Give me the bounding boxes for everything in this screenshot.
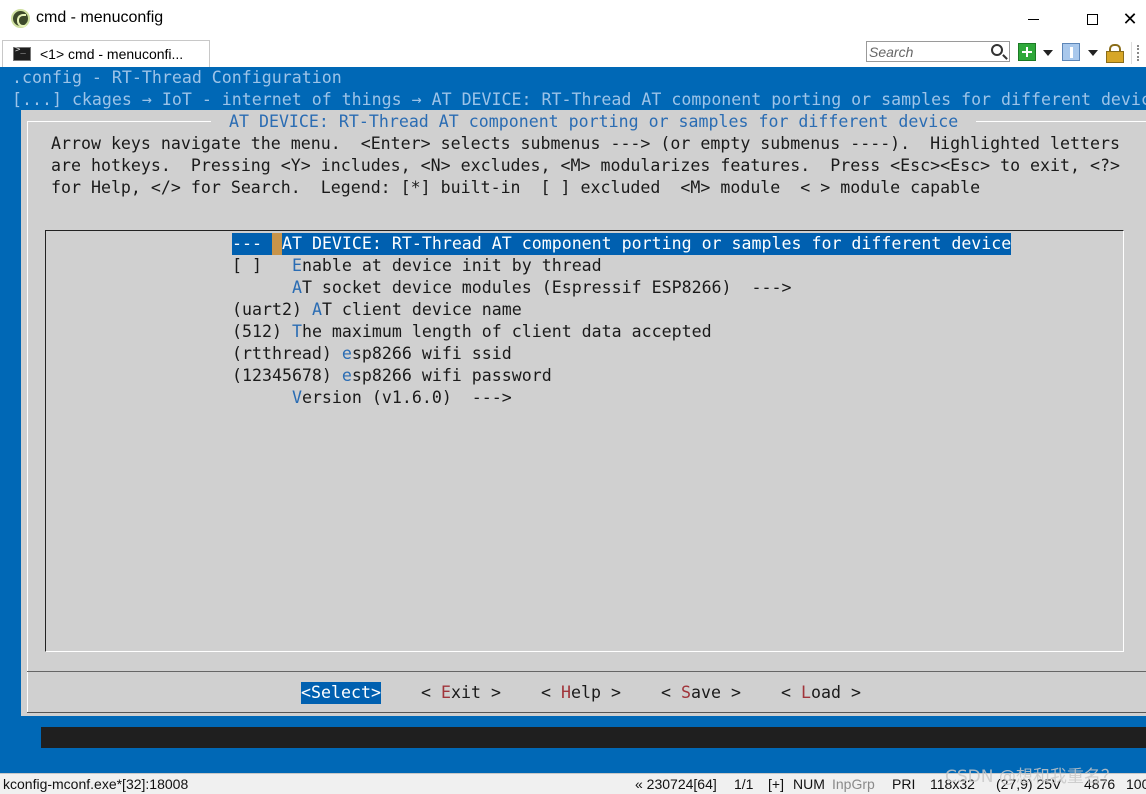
menu-item-wifi-password[interactable]: (12345678) esp8266 wifi password: [232, 365, 552, 387]
close-button[interactable]: ✕: [1107, 0, 1146, 38]
window-title: cmd - menuconfig: [36, 9, 164, 26]
menu-item-max-length[interactable]: (512) The maximum length of client data …: [232, 321, 712, 343]
status-ins[interactable]: [+]: [768, 776, 784, 792]
panel-icon[interactable]: [1062, 43, 1080, 61]
search-input[interactable]: [869, 43, 987, 60]
status-position[interactable]: « 230724[64]: [635, 776, 717, 792]
help-text-line: are hotkeys. Pressing <Y> includes, <N> …: [51, 156, 1120, 175]
search-icon[interactable]: [991, 44, 1003, 56]
watermark: CSDN @想和我重名？: [945, 767, 1118, 787]
breadcrumb: [...] ckages → IoT - internet of things …: [12, 90, 1146, 109]
menu-item-socket-modules[interactable]: AT socket device modules (Espressif ESP8…: [232, 277, 792, 299]
close-icon: ✕: [1122, 8, 1138, 30]
minimize-button[interactable]: [1010, 0, 1056, 38]
add-console-icon[interactable]: [1018, 43, 1036, 61]
select-button[interactable]: <Select>: [301, 682, 381, 704]
menu-item-at-device[interactable]: --- AT DEVICE: RT-Thread AT component po…: [232, 233, 1012, 255]
help-button[interactable]: < Help >: [541, 682, 621, 704]
tab-label: <1> cmd - menuconfi...: [40, 46, 184, 62]
dialog-shadow: [41, 727, 1146, 748]
exit-button[interactable]: < Exit >: [421, 682, 501, 704]
minimize-icon: [1027, 18, 1039, 20]
toolbar-separator: [1131, 42, 1132, 64]
status-num[interactable]: NUM: [793, 776, 825, 792]
search-box[interactable]: [866, 41, 1010, 62]
app-icon[interactable]: [11, 9, 30, 28]
terminal-icon: [13, 45, 31, 61]
console-tab[interactable]: <1> cmd - menuconfi...: [2, 40, 210, 67]
help-text-line: Arrow keys navigate the menu. <Enter> se…: [51, 134, 1120, 153]
text-cursor: [271, 233, 282, 255]
status-process: kconfig-mconf.exe*[32]:18008: [3, 776, 189, 792]
dialog-title: AT DEVICE: RT-Thread AT component portin…: [211, 111, 977, 133]
panel-dropdown-icon[interactable]: [1088, 50, 1098, 56]
menu-list: --- AT DEVICE: RT-Thread AT component po…: [45, 230, 1124, 652]
tab-strip: <1> cmd - menuconfi...: [0, 38, 1146, 67]
status-pri[interactable]: PRI: [892, 776, 915, 792]
save-button[interactable]: < Save >: [661, 682, 741, 704]
status-page[interactable]: 1/1: [734, 776, 753, 792]
menu-item-version[interactable]: Version (v1.6.0) --->: [232, 387, 512, 409]
maximize-icon: [1086, 13, 1098, 25]
toolbar-grip-icon[interactable]: [1137, 45, 1139, 61]
menuconfig-dialog: AT DEVICE: RT-Thread AT component portin…: [21, 110, 1146, 716]
terminal-area[interactable]: .config - RT-Thread Configuration [...] …: [0, 67, 1146, 773]
config-title: .config - RT-Thread Configuration: [12, 68, 342, 87]
menu-item-client-device-name[interactable]: (uart2) AT client device name: [232, 299, 522, 321]
status-inpgrp[interactable]: InpGrp: [832, 776, 875, 792]
status-zoom[interactable]: 100: [1126, 776, 1146, 792]
title-bar: cmd - menuconfig ✕: [0, 0, 1146, 38]
load-button[interactable]: < Load >: [781, 682, 861, 704]
menu-item-enable-init-thread[interactable]: [ ] Enable at device init by thread: [232, 255, 602, 277]
menu-item-wifi-ssid[interactable]: (rtthread) esp8266 wifi ssid: [232, 343, 512, 365]
add-console-dropdown-icon[interactable]: [1043, 50, 1053, 56]
dialog-buttons: <Select> < Exit > < Help > < Save > < Lo…: [21, 682, 1146, 704]
lock-icon[interactable]: [1106, 44, 1124, 63]
button-separator: [27, 671, 1146, 672]
help-text-line: for Help, </> for Search. Legend: [*] bu…: [51, 178, 981, 197]
